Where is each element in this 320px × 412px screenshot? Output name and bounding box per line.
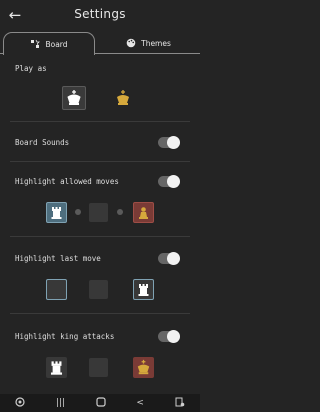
top-bar: ← Settings — [0, 0, 200, 32]
divider — [10, 313, 190, 314]
accessibility-icon[interactable] — [175, 397, 185, 410]
highlight-last-move-toggle[interactable] — [158, 252, 180, 265]
last-move-empty-square — [89, 280, 108, 299]
move-dot — [117, 209, 123, 215]
tab-themes-label: Themes — [141, 38, 171, 48]
tab-bar: Board Themes — [0, 32, 200, 55]
system-nav-bar: ||| < — [0, 394, 200, 412]
toggle-knob — [167, 175, 180, 188]
capture-target-square — [133, 202, 154, 223]
last-move-to-square — [133, 279, 154, 300]
tab-themes[interactable]: Themes — [100, 32, 197, 54]
gold-king-icon — [117, 90, 129, 105]
tab-board[interactable]: Board — [3, 32, 95, 55]
highlight-king-attacks-toggle[interactable] — [158, 330, 180, 343]
between-square — [89, 358, 108, 377]
play-as-white-option[interactable] — [62, 86, 86, 110]
toggle-knob — [167, 136, 180, 149]
rook-icon — [138, 284, 149, 296]
toggle-knob — [167, 330, 180, 343]
highlight-last-move-label: Highlight last move — [15, 254, 101, 263]
divider — [10, 121, 190, 122]
highlight-king-attacks-label: Highlight king attacks — [15, 332, 115, 341]
toggle-knob — [167, 252, 180, 265]
attacked-king-square — [133, 357, 154, 378]
last-move-from-square — [46, 279, 67, 300]
board-icon — [31, 39, 41, 48]
page-title: Settings — [74, 7, 126, 21]
gold-pawn-icon — [139, 207, 148, 219]
play-as-label: Play as — [15, 64, 47, 73]
home-icon[interactable] — [96, 396, 106, 410]
tab-board-label: Board — [45, 39, 68, 49]
highlight-allowed-moves-label: Highlight allowed moves — [15, 177, 119, 186]
gold-king-icon — [137, 359, 150, 375]
move-dot — [75, 209, 81, 215]
play-as-black-option[interactable] — [112, 87, 134, 109]
white-king-icon — [67, 90, 81, 105]
board-sounds-label: Board Sounds — [15, 138, 70, 147]
palette-icon — [126, 38, 136, 48]
attacker-square — [46, 357, 67, 378]
allowed-move-target-square — [89, 203, 108, 222]
rook-icon — [50, 361, 63, 375]
app-logo-icon[interactable] — [15, 396, 25, 410]
divider — [10, 161, 190, 162]
highlight-allowed-moves-toggle[interactable] — [158, 175, 180, 188]
divider — [10, 236, 190, 237]
back-icon[interactable]: < — [136, 398, 144, 408]
allowed-move-source-square — [46, 202, 67, 223]
board-sounds-toggle[interactable] — [158, 136, 180, 149]
rook-icon — [51, 207, 62, 219]
recents-icon[interactable]: ||| — [56, 398, 65, 408]
